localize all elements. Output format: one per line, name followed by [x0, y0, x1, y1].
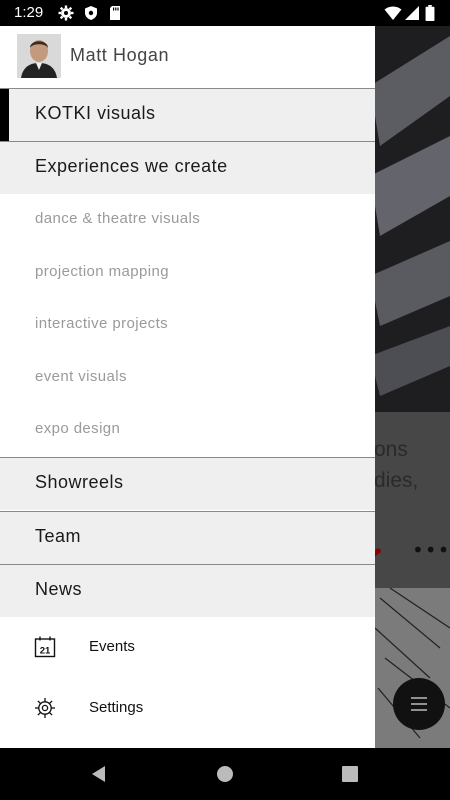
profile-name: Matt Hogan	[70, 45, 170, 65]
active-indicator	[0, 89, 9, 142]
back-icon[interactable]	[89, 764, 109, 784]
system-nav-bar	[0, 748, 450, 800]
avatar-photo	[17, 34, 61, 78]
sub-item-interactive-projects[interactable]: interactive projects	[35, 315, 168, 332]
sub-item-dance-theatre[interactable]: dance & theatre visuals	[35, 210, 200, 227]
sub-item-expo-design[interactable]: expo design	[35, 420, 120, 437]
home-icon[interactable]	[215, 764, 235, 784]
wifi-icon	[384, 6, 402, 20]
calendar-day: 21	[40, 646, 51, 657]
section-experiences[interactable]: Experiences we create	[0, 141, 375, 194]
shield-icon	[85, 6, 97, 20]
gear-icon	[58, 5, 74, 21]
status-bar: 1:29	[0, 0, 450, 26]
menu-fab-button[interactable]	[393, 678, 445, 730]
recents-icon[interactable]	[340, 764, 360, 784]
section-label: KOTKI visuals	[35, 103, 156, 123]
section-label: Team	[35, 526, 82, 546]
more-options-icon: •••	[412, 538, 450, 562]
menu-item-label: Settings	[89, 699, 144, 716]
sub-item-projection-mapping[interactable]: projection mapping	[35, 263, 169, 280]
menu-item-events[interactable]: 21 Events	[0, 618, 375, 678]
profile-header[interactable]: Matt Hogan	[0, 26, 375, 88]
menu-item-settings[interactable]: Settings	[0, 679, 375, 739]
calendar-icon: 21	[34, 636, 56, 658]
section-news[interactable]: News	[0, 564, 375, 617]
navigation-drawer: Matt Hogan KOTKI visuals Experiences we …	[0, 26, 375, 748]
section-label: Showreels	[35, 472, 124, 492]
menu-item-label: Events	[89, 638, 135, 655]
section-label: Experiences we create	[35, 156, 228, 176]
battery-icon	[425, 5, 435, 21]
avatar	[17, 34, 61, 78]
section-showreels[interactable]: Showreels	[0, 457, 375, 510]
section-label: News	[35, 579, 83, 599]
status-time: 1:29	[14, 4, 44, 21]
section-kotki-visuals[interactable]: KOTKI visuals	[0, 88, 375, 142]
section-team[interactable]: Team	[0, 511, 375, 564]
signal-icon	[405, 6, 419, 20]
sd-card-icon	[110, 6, 120, 20]
hamburger-icon	[411, 697, 427, 711]
gear-icon	[35, 698, 55, 718]
background-card-text: ons dies,	[374, 438, 419, 492]
sub-item-event-visuals[interactable]: event visuals	[35, 368, 127, 385]
